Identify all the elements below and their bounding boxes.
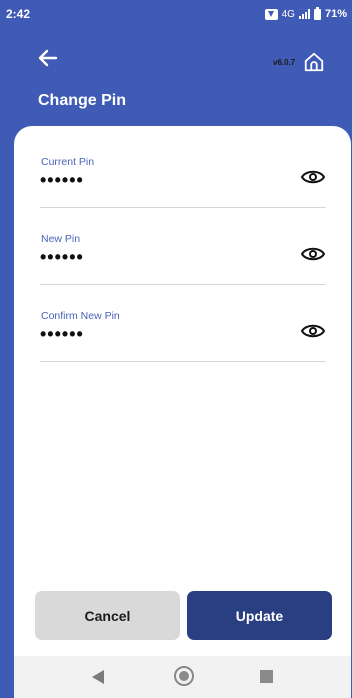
update-button[interactable]: Update	[187, 591, 332, 640]
version-label: v6.0.7	[273, 58, 296, 67]
current-pin-field[interactable]: Current Pin ••••••	[40, 156, 326, 208]
current-pin-label: Current Pin	[41, 156, 95, 168]
eye-icon[interactable]	[300, 245, 326, 263]
confirm-pin-input[interactable]: ••••••	[40, 324, 84, 345]
eye-icon[interactable]	[300, 322, 326, 340]
app-screen: 2:42 4G 71% v6.0.7 Change Pin Current Pi…	[0, 0, 353, 698]
system-nav-bar	[14, 656, 351, 698]
page-title: Change Pin	[38, 92, 127, 109]
notification-icon	[264, 8, 278, 20]
cancel-button[interactable]: Cancel	[35, 591, 180, 640]
current-pin-input[interactable]: ••••••	[40, 170, 84, 191]
confirm-pin-field[interactable]: Confirm New Pin ••••••	[40, 310, 326, 362]
battery-percent: 71%	[324, 8, 347, 20]
eye-icon[interactable]	[300, 168, 326, 186]
change-pin-form: Current Pin •••••• New Pin •••••• Confir…	[14, 126, 351, 656]
network-type: 4G	[281, 8, 295, 20]
new-pin-label: New Pin	[41, 233, 81, 245]
new-pin-input[interactable]: ••••••	[40, 247, 84, 268]
confirm-pin-label: Confirm New Pin	[41, 310, 120, 322]
back-arrow-icon[interactable]	[36, 46, 60, 70]
battery-icon	[313, 6, 321, 20]
new-pin-field[interactable]: New Pin ••••••	[40, 233, 326, 285]
status-bar: 2:42 4G 71%	[0, 0, 352, 28]
signal-icon	[298, 9, 310, 19]
status-time: 2:42	[6, 7, 31, 21]
status-icons: 4G 71%	[264, 6, 347, 20]
nav-recent-icon[interactable]	[260, 670, 273, 683]
nav-back-icon[interactable]	[92, 670, 104, 684]
nav-home-icon[interactable]	[174, 666, 194, 686]
home-icon[interactable]	[303, 51, 325, 73]
